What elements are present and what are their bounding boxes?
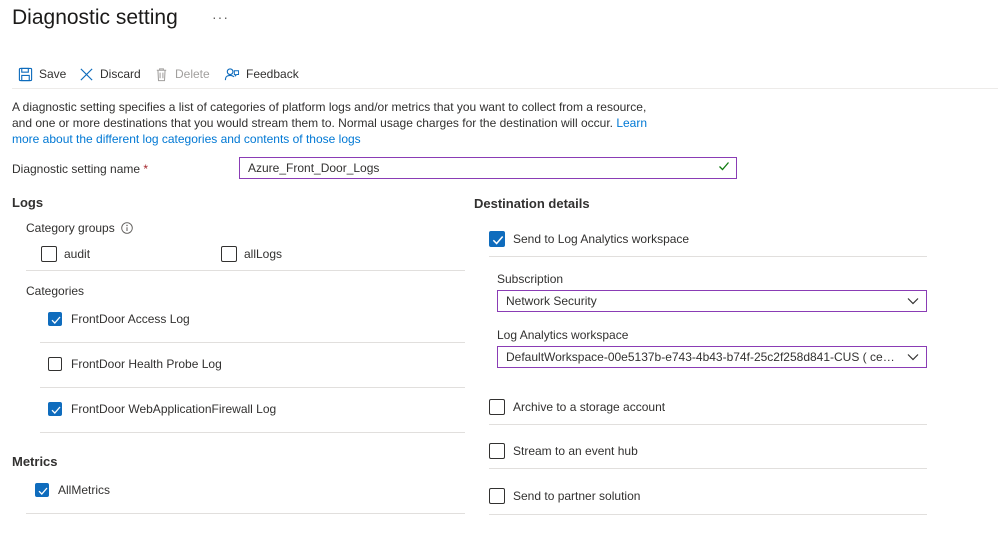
log-analytics-checkbox[interactable]: [489, 231, 505, 247]
archive-label: Archive to a storage account: [513, 400, 666, 414]
required-indicator: *: [143, 162, 149, 176]
page-title: Diagnostic setting: [12, 6, 178, 29]
access-log-checkbox[interactable]: [48, 312, 62, 326]
archive-checkbox[interactable]: [489, 399, 505, 415]
feedback-icon: [224, 67, 240, 80]
alllogs-checkbox[interactable]: allLogs: [221, 246, 282, 262]
divider: [26, 513, 465, 514]
workspace-label: Log Analytics workspace: [497, 328, 629, 342]
partner-label: Send to partner solution: [513, 489, 641, 503]
save-button[interactable]: Save: [18, 65, 66, 83]
category-groups-label: Category groups: [26, 221, 133, 235]
waf-log-label: FrontDoor WebApplicationFirewall Log: [71, 402, 277, 416]
alllogs-label: allLogs: [244, 247, 283, 261]
event-hub-label: Stream to an event hub: [513, 444, 638, 458]
subscription-label: Subscription: [497, 272, 564, 286]
category-row-health-probe-log[interactable]: FrontDoor Health Probe Log: [48, 357, 222, 371]
delete-button[interactable]: Delete: [154, 65, 210, 83]
valid-check-icon: [719, 162, 729, 171]
waf-log-checkbox[interactable]: [48, 402, 62, 416]
category-row-access-log[interactable]: FrontDoor Access Log: [48, 312, 190, 326]
description-text: A diagnostic setting specifies a list of…: [12, 100, 647, 130]
divider: [40, 387, 465, 388]
metric-row-allmetrics[interactable]: AllMetrics: [35, 483, 110, 497]
partner-row[interactable]: Send to partner solution: [489, 488, 640, 504]
health-probe-log-label: FrontDoor Health Probe Log: [71, 357, 222, 371]
save-icon: [18, 67, 33, 81]
divider: [40, 342, 465, 343]
discard-label: Discard: [100, 67, 141, 81]
divider: [26, 270, 465, 271]
partner-checkbox[interactable]: [489, 488, 505, 504]
audit-checkbox-box[interactable]: [41, 246, 57, 262]
trash-icon: [156, 67, 167, 81]
category-groups-label-text: Category groups: [26, 221, 115, 235]
setting-name-input[interactable]: [239, 157, 737, 179]
info-icon[interactable]: [120, 222, 133, 234]
category-row-waf-log[interactable]: FrontDoor WebApplicationFirewall Log: [48, 402, 276, 416]
discard-button[interactable]: Discard: [79, 65, 141, 83]
chevron-down-icon: [907, 298, 919, 305]
destination-heading: Destination details: [474, 196, 590, 211]
divider: [489, 468, 927, 469]
feedback-button[interactable]: Feedback: [224, 65, 299, 83]
feedback-label: Feedback: [246, 67, 299, 81]
setting-name-label-text: Diagnostic setting name: [12, 162, 141, 176]
archive-row[interactable]: Archive to a storage account: [489, 399, 665, 415]
divider: [489, 256, 927, 257]
audit-label: audit: [64, 247, 91, 261]
delete-label: Delete: [175, 67, 210, 81]
divider: [489, 514, 927, 515]
allmetrics-label: AllMetrics: [58, 483, 111, 497]
more-options-button[interactable]: ···: [212, 9, 229, 25]
log-analytics-label: Send to Log Analytics workspace: [513, 232, 690, 246]
setting-name-label: Diagnostic setting name *: [12, 162, 148, 176]
workspace-value: DefaultWorkspace-00e5137b-e743-4b43-b74f…: [506, 350, 896, 364]
chevron-down-icon: [907, 354, 919, 361]
save-label: Save: [39, 67, 67, 81]
health-probe-log-checkbox[interactable]: [48, 357, 62, 371]
allmetrics-checkbox[interactable]: [35, 483, 49, 497]
subscription-dropdown[interactable]: Network Security: [497, 290, 927, 312]
log-analytics-row[interactable]: Send to Log Analytics workspace: [489, 231, 689, 247]
audit-checkbox[interactable]: audit: [41, 246, 90, 262]
metrics-heading: Metrics: [12, 454, 58, 469]
categories-label: Categories: [26, 284, 85, 298]
subscription-value: Network Security: [506, 294, 597, 308]
event-hub-row[interactable]: Stream to an event hub: [489, 443, 638, 459]
workspace-dropdown[interactable]: DefaultWorkspace-00e5137b-e743-4b43-b74f…: [497, 346, 927, 368]
divider: [40, 432, 465, 433]
close-icon: [80, 67, 93, 81]
toolbar-divider: [12, 88, 998, 89]
access-log-label: FrontDoor Access Log: [71, 312, 190, 326]
alllogs-checkbox-box[interactable]: [221, 246, 237, 262]
logs-heading: Logs: [12, 195, 44, 210]
description: A diagnostic setting specifies a list of…: [12, 99, 652, 147]
divider: [489, 424, 927, 425]
event-hub-checkbox[interactable]: [489, 443, 505, 459]
